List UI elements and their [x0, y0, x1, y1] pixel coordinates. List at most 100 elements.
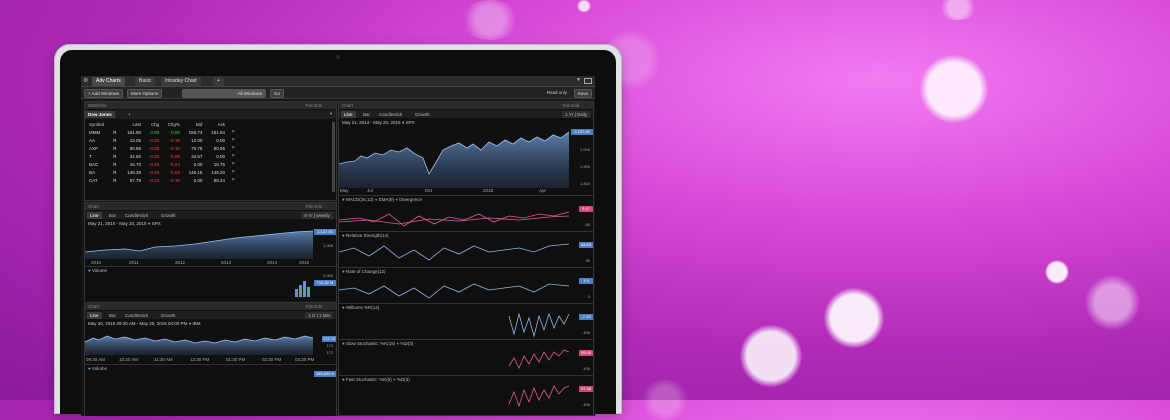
table-row[interactable]: AA R 13.05 -0.02 -0.15 12.00 0.00 ✕ [87, 136, 237, 144]
remove-row-icon[interactable]: ✕ [227, 160, 237, 168]
go-button[interactable]: Go [270, 89, 285, 98]
remove-row-icon[interactable]: ✕ [227, 176, 237, 184]
tab-growth[interactable]: Growth [158, 212, 179, 219]
tab-label: Intraday Chart [165, 78, 197, 84]
column-header[interactable]: Ask [204, 120, 227, 128]
period-select[interactable]: 1 D | 1 Min [305, 312, 333, 319]
table-row[interactable]: CAT R 87.79 -0.14 -0.16 0.00 88.24 ✕ [87, 176, 237, 184]
column-header[interactable]: Symbol [87, 120, 111, 128]
chevron-down-icon[interactable]: ▼ [329, 111, 333, 116]
cell-pct: -0.24 [169, 161, 180, 167]
bokeh-light [1045, 260, 1069, 284]
cell-sym: BA [89, 169, 96, 175]
cell-bid: 12.00 [191, 137, 203, 143]
tab-growth[interactable]: Growth [158, 312, 179, 319]
y-axis-label: 2,000 [579, 147, 590, 152]
price-area [339, 132, 569, 188]
more-options-button[interactable]: More Options [127, 89, 163, 98]
column-header[interactable]: Chg [143, 120, 161, 128]
x-tick: 09:30 AM [86, 357, 106, 362]
watchlist-add-button[interactable]: + [125, 111, 134, 118]
indicator-series [338, 211, 570, 227]
cell-sym: CAT [89, 177, 98, 183]
file-edit-menu[interactable]: File Edit [306, 102, 322, 109]
tab-line[interactable]: Line [87, 312, 102, 319]
indicator-pane: ● Williams %R(14) -7.20 -100 [339, 303, 593, 340]
tab-line[interactable]: Line [341, 111, 356, 118]
cell-pct: -0.16 [169, 177, 180, 183]
table-row[interactable]: BAC R 16.70 -0.04 -0.24 0.00 16.75 ✕ [87, 160, 237, 168]
y-axis-label: 1,000 [322, 243, 333, 248]
watchlist-name-tab[interactable]: Dow Jones [85, 111, 115, 118]
read-only-label: Read only [546, 90, 567, 95]
range-text: May 21, 2014 - May 20, 2015 [342, 120, 401, 125]
indicator-series [338, 283, 570, 299]
tab-bar[interactable]: Bar [106, 312, 119, 319]
bokeh-light [740, 325, 802, 387]
screen: ⚙ Adv Charts Basic Intraday Chart + ▼ + … [81, 76, 595, 416]
column-header[interactable] [111, 120, 120, 128]
screen-bezel: ⚙ Adv Charts Basic Intraday Chart + ▼ + … [60, 50, 616, 416]
column-header[interactable]: Bid [182, 120, 205, 128]
cell-r: R [113, 153, 117, 159]
gear-icon[interactable]: ⚙ [83, 77, 88, 84]
windows-select[interactable]: All Windows [182, 89, 266, 98]
bokeh-light [460, 0, 520, 40]
watchlist-table: Symbol Last Chg Chg% Bid Ask MMM R 161.90 0.00 0.… [87, 120, 237, 184]
tab-bar[interactable]: Bar [106, 212, 119, 219]
remove-row-icon[interactable]: ✕ [227, 168, 237, 176]
remove-row-icon[interactable]: ✕ [227, 128, 237, 136]
file-edit-menu[interactable]: File Edit [563, 102, 579, 109]
scrollbar[interactable] [332, 122, 335, 192]
save-button[interactable]: Save [573, 89, 592, 98]
indicator-axis-label: 0 [587, 294, 590, 299]
cell-ask: 149.20 [211, 169, 226, 175]
table-row[interactable]: T R 34.60 -0.02 -0.06 34.57 0.00 ✕ [87, 152, 237, 160]
cell-r: R [113, 177, 117, 183]
cell-chg: -0.04 [148, 161, 160, 167]
y-axis-label: 172 [326, 350, 333, 355]
file-edit-menu[interactable]: File Edit [306, 303, 322, 310]
chevron-down-icon[interactable]: ▼ [576, 77, 581, 83]
table-row[interactable]: MMM R 161.90 0.00 0.00 156.74 161.84 ✕ [87, 128, 237, 136]
indicator-line [508, 385, 570, 408]
table-row[interactable]: BA R 146.38 -0.04 -0.03 146.16 149.20 ✕ [87, 168, 237, 176]
add-tab-button[interactable]: + [213, 77, 224, 86]
x-tick: 2015 [299, 260, 310, 265]
range-text: May 21, 2010 - May 20, 2015 [88, 221, 147, 226]
volume-bar [307, 287, 310, 297]
period-select[interactable]: 1 Yr | Daily [562, 111, 590, 118]
last-price-tag: 2,127.83 [314, 229, 336, 235]
last-price-tag: 2,127.83 [571, 129, 593, 135]
period-select[interactable]: 5 Yr | weekly [301, 212, 333, 219]
x-tick: 2015 [483, 188, 494, 193]
column-header[interactable]: Last [120, 120, 143, 128]
remove-row-icon[interactable]: ✕ [227, 136, 237, 144]
tab-bar[interactable]: Bar [360, 111, 373, 118]
table-row[interactable]: AXP R 80.88 -0.08 -0.10 79.78 80.95 ✕ [87, 144, 237, 152]
volume-pane: ● Volume 185,832 K [85, 364, 336, 416]
tab-label: Bar [109, 313, 117, 318]
tab-adv-charts[interactable]: Adv Charts [92, 77, 125, 86]
remove-row-icon[interactable]: ✕ [227, 152, 237, 160]
tab-label: Line [344, 112, 353, 117]
tab-basic[interactable]: Basic [135, 77, 156, 86]
file-edit-menu[interactable]: File Edit [306, 203, 322, 210]
volume-bar [303, 281, 306, 297]
tab-intraday-chart[interactable]: Intraday Chart [161, 77, 201, 86]
column-header[interactable]: Chg% [161, 120, 182, 128]
tab-candlestick[interactable]: Candlestick [122, 212, 151, 219]
cell-r: R [113, 137, 117, 143]
remove-row-icon[interactable]: ✕ [227, 144, 237, 152]
indicator-value: 97.96 [580, 386, 591, 391]
tab-candlestick[interactable]: Candlestick [376, 111, 405, 118]
cell-pct: -0.06 [169, 153, 180, 159]
tab-growth[interactable]: Growth [412, 111, 433, 118]
x-tick: Jul [367, 188, 373, 193]
add-windows-button[interactable]: + Add Windows [84, 89, 124, 98]
tab-candlestick[interactable]: Candlestick [122, 312, 151, 319]
camera-icon [336, 55, 340, 59]
window-icon[interactable] [584, 78, 592, 84]
tab-line[interactable]: Line [87, 212, 102, 219]
tab-label: Line [90, 313, 99, 318]
